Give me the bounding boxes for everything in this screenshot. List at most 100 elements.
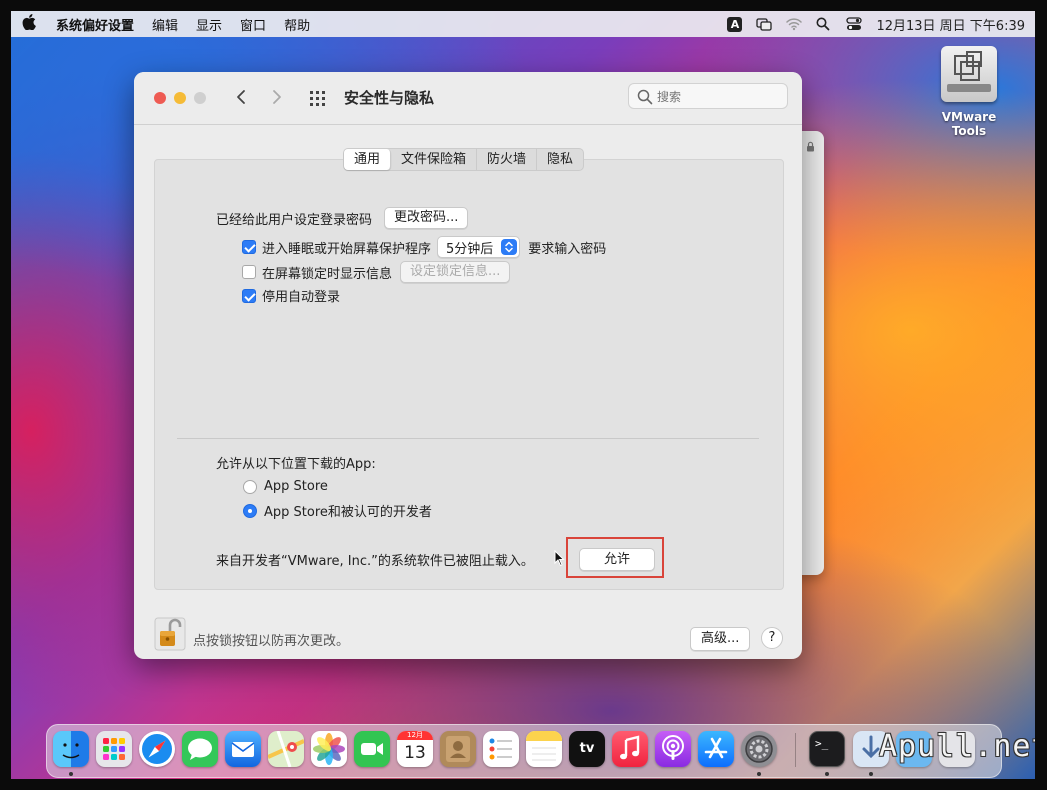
menu-extras: A 12月13日 周日 下午6:39: [727, 11, 1025, 37]
calendar-icon[interactable]: 12月 13: [397, 731, 433, 767]
menu-system-preferences[interactable]: 系统偏好设置: [47, 15, 143, 34]
search-input[interactable]: [655, 87, 784, 107]
close-button[interactable]: [154, 92, 166, 104]
messages-icon[interactable]: [182, 731, 218, 767]
running-indicator: [69, 772, 73, 776]
back-button[interactable]: [230, 86, 252, 110]
menu-view[interactable]: 显示: [187, 15, 231, 34]
menu-clock[interactable]: 12月13日 周日 下午6:39: [876, 15, 1025, 34]
control-center-icon[interactable]: [846, 17, 863, 31]
disable-autologin-checkbox[interactable]: [242, 288, 256, 303]
music-icon[interactable]: [612, 731, 648, 767]
radio-identified-row: App Store和被认可的开发者: [243, 501, 432, 520]
app-store-radio-label[interactable]: App Store: [264, 479, 328, 494]
tab-bar: 通用 文件保险箱 防火墙 隐私: [343, 148, 585, 171]
podcasts-icon[interactable]: [655, 731, 691, 767]
dock-separator: [795, 733, 796, 767]
require-password-checkbox[interactable]: [242, 240, 256, 254]
app-store-identified-label[interactable]: App Store和被认可的开发者: [264, 501, 432, 520]
mouse-pointer-icon: [554, 549, 565, 567]
disk-icon: [941, 46, 997, 102]
allow-button[interactable]: 允许: [579, 548, 655, 571]
input-method-icon[interactable]: A: [727, 16, 743, 32]
reminders-icon[interactable]: [483, 731, 519, 767]
finder-icon[interactable]: [53, 731, 89, 767]
show-all-grid-icon[interactable]: [310, 91, 326, 107]
disable-autologin-label[interactable]: 停用自动登录: [262, 286, 340, 305]
forward-button[interactable]: [266, 86, 288, 110]
running-indicator: [757, 772, 761, 776]
tab-privacy[interactable]: 隐私: [537, 149, 583, 170]
password-set-label: 已经给此用户设定登录密码: [216, 212, 373, 228]
search-icon: [637, 89, 653, 105]
show-message-row: 在屏幕锁定时显示信息 设定锁定信息...: [242, 261, 511, 283]
show-message-label[interactable]: 在屏幕锁定时显示信息: [262, 263, 392, 282]
lock-message: 点按锁按钮以防再次更改。: [193, 634, 350, 649]
change-password-button[interactable]: 更改密码...: [384, 207, 469, 229]
facetime-icon[interactable]: [354, 731, 390, 767]
running-indicator: [869, 772, 873, 776]
contacts-icon[interactable]: [440, 731, 476, 767]
password-delay-popup[interactable]: 5分钟后: [437, 236, 521, 258]
menu-help[interactable]: 帮助: [275, 15, 319, 34]
tv-label: tv: [579, 741, 595, 756]
safari-icon[interactable]: [139, 731, 175, 767]
tab-filevault[interactable]: 文件保险箱: [391, 149, 478, 170]
allow-apps-label: 允许从以下位置下载的App:: [216, 457, 376, 472]
minimize-button[interactable]: [174, 92, 186, 104]
chevron-left-icon: [237, 90, 245, 104]
app-store-radio[interactable]: [243, 479, 257, 494]
security-privacy-window: 安全性与隐私 通用 文件保险箱 防火墙 隐私 已经给此用户设定登录密码 更改密码…: [134, 72, 802, 659]
menu-edit[interactable]: 编辑: [143, 15, 187, 34]
popup-arrows-icon: [501, 239, 518, 255]
help-button[interactable]: ?: [761, 627, 783, 649]
menu-window[interactable]: 窗口: [231, 15, 275, 34]
launchpad-icon[interactable]: [96, 731, 132, 767]
password-delay-value: 5分钟后: [446, 241, 494, 257]
vmware-tools-desktop-icon[interactable]: VMware Tools: [923, 46, 1015, 138]
set-lock-message-button[interactable]: 设定锁定信息...: [400, 261, 511, 283]
tab-general[interactable]: 通用: [344, 149, 392, 170]
password-row: 已经给此用户设定登录密码 更改密码...: [216, 207, 469, 229]
vmware-tools-label: VMware Tools: [941, 110, 997, 138]
terminal-icon[interactable]: >_: [809, 731, 845, 767]
mail-icon[interactable]: [225, 731, 261, 767]
apple-tv-icon[interactable]: tv: [569, 731, 605, 767]
app-store-identified-radio[interactable]: [243, 503, 257, 518]
terminal-prompt: >_: [815, 737, 829, 750]
screen-mirroring-icon[interactable]: [756, 17, 773, 31]
spotlight-search-icon[interactable]: [816, 17, 832, 31]
screen: 系统偏好设置 编辑 显示 窗口 帮助 A 12月13日 周日 下午6:39 VM…: [0, 0, 1047, 790]
require-password-label[interactable]: 进入睡眠或开始屏幕保护程序: [262, 238, 431, 257]
dock: 12月 13 tv >_: [46, 724, 1002, 778]
show-message-checkbox[interactable]: [242, 265, 256, 279]
apple-menu-icon[interactable]: [11, 14, 47, 34]
advanced-button[interactable]: 高级...: [690, 627, 751, 651]
calendar-month: 12月: [407, 731, 423, 739]
section-divider: [177, 438, 759, 439]
unlocked-padlock-icon[interactable]: [154, 617, 186, 651]
notes-icon[interactable]: [526, 731, 562, 767]
radio-app-store-row: App Store: [243, 479, 328, 494]
blocked-message: 来自开发者“VMware, Inc.”的系统软件已被阻止载入。: [216, 554, 534, 569]
search-field[interactable]: [628, 83, 788, 109]
app-store-icon[interactable]: [698, 731, 734, 767]
require-password-suffix: 要求输入密码: [528, 241, 607, 257]
system-preferences-icon[interactable]: [741, 731, 777, 767]
disable-autologin-row: 停用自动登录: [242, 286, 340, 305]
tab-firewall[interactable]: 防火墙: [477, 149, 538, 170]
desktop: 系统偏好设置 编辑 显示 窗口 帮助 A 12月13日 周日 下午6:39 VM…: [11, 11, 1035, 779]
require-password-row: 进入睡眠或开始屏幕保护程序 5分钟后 要求输入密码: [242, 236, 606, 258]
running-indicator: [825, 772, 829, 776]
lock-icon: [806, 141, 815, 155]
menu-bar: 系统偏好设置 编辑 显示 窗口 帮助 A 12月13日 周日 下午6:39: [11, 11, 1035, 37]
calendar-day: 13: [404, 743, 426, 763]
chevron-right-icon: [273, 90, 281, 104]
maps-icon[interactable]: [268, 731, 304, 767]
zoom-button[interactable]: [194, 92, 206, 104]
title-bar[interactable]: 安全性与隐私: [134, 72, 802, 125]
blocked-row: 来自开发者“VMware, Inc.”的系统软件已被阻止载入。: [216, 550, 534, 569]
photos-icon[interactable]: [311, 731, 347, 767]
wifi-icon[interactable]: [786, 17, 803, 31]
watermark: Apull.net: [879, 729, 1035, 764]
